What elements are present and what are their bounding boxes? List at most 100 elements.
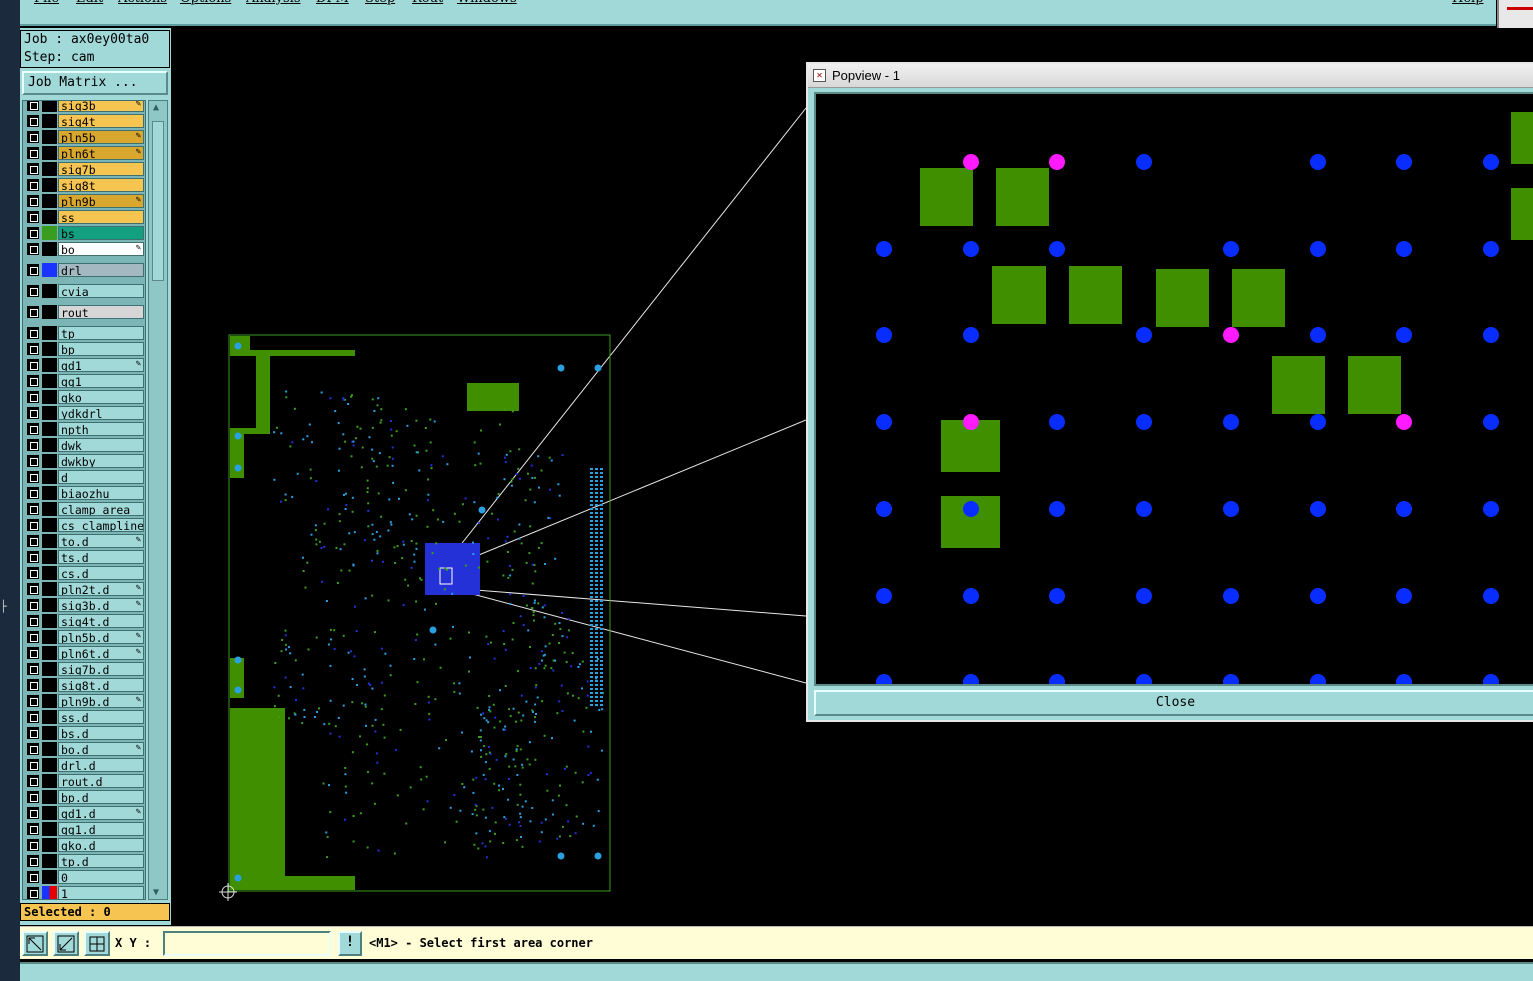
layer-checkbox[interactable]	[27, 195, 39, 207]
layer-row-gd1[interactable]: gd1 ✎	[25, 358, 144, 372]
layer-color-swatch[interactable]	[42, 534, 57, 548]
layer-checkbox[interactable]	[27, 101, 39, 111]
layer-row-sig7b.d[interactable]: sig7b.d	[25, 662, 144, 676]
layer-row-pln6t[interactable]: pln6t ✎	[25, 146, 144, 160]
layer-name[interactable]: sig8t.d	[58, 678, 144, 692]
layer-color-swatch[interactable]	[42, 646, 57, 660]
layer-row-gko.d[interactable]: gko.d	[25, 838, 144, 852]
popview-graphic[interactable]	[814, 92, 1533, 686]
layer-name[interactable]: sig4t	[58, 114, 144, 128]
layer-name[interactable]: sig8t	[58, 178, 144, 192]
layer-name[interactable]: pln6t	[58, 146, 144, 160]
layer-color-swatch[interactable]	[42, 390, 57, 404]
layer-color-swatch[interactable]	[42, 342, 57, 356]
xy-input[interactable]	[163, 931, 331, 956]
layer-name[interactable]: bp.d	[58, 790, 144, 804]
layer-color-swatch[interactable]	[42, 146, 57, 160]
scroll-thumb[interactable]	[152, 121, 164, 281]
scroll-up-icon[interactable]: ▲	[153, 102, 159, 113]
layer-row-rout[interactable]: rout	[25, 305, 144, 319]
layer-name[interactable]: sig7b	[58, 162, 144, 176]
layer-row-ts.d[interactable]: ts.d	[25, 550, 144, 564]
layer-name[interactable]: d	[58, 470, 144, 484]
layer-row-sig3b.d[interactable]: sig3b.d ✎	[25, 598, 144, 612]
layer-color-swatch[interactable]	[42, 566, 57, 580]
layer-color-swatch[interactable]	[42, 886, 57, 899]
layer-name[interactable]: sig3b	[58, 101, 144, 112]
menu-file[interactable]: File	[34, 0, 59, 6]
layer-name[interactable]: npth	[58, 422, 144, 436]
layer-name[interactable]: rout.d	[58, 774, 144, 788]
layer-checkbox[interactable]	[27, 599, 39, 611]
layer-checkbox[interactable]	[27, 439, 39, 451]
zoom-out-tool-button[interactable]	[53, 931, 79, 956]
layer-color-swatch[interactable]	[42, 326, 57, 340]
layer-checkbox[interactable]	[27, 391, 39, 403]
layer-row-sig8t.d[interactable]: sig8t.d	[25, 678, 144, 692]
layer-color-swatch[interactable]	[42, 486, 57, 500]
layer-checkbox[interactable]	[27, 759, 39, 771]
job-matrix-button[interactable]: Job Matrix ...	[22, 71, 168, 95]
layer-checkbox[interactable]	[27, 115, 39, 127]
layer-name[interactable]: cs.d	[58, 566, 144, 580]
layer-name[interactable]: drl	[58, 263, 144, 277]
popview-titlebar[interactable]: ✕ Popview - 1	[808, 64, 1533, 88]
layer-row-drl[interactable]: drl	[25, 263, 144, 277]
layer-name[interactable]: gg1	[58, 374, 144, 388]
layer-checkbox[interactable]	[27, 375, 39, 387]
layer-checkbox[interactable]	[27, 743, 39, 755]
layer-row-gko[interactable]: gko	[25, 390, 144, 404]
layer-color-swatch[interactable]	[42, 422, 57, 436]
layer-row-sig7b[interactable]: sig7b	[25, 162, 144, 176]
layer-name[interactable]: bp	[58, 342, 144, 356]
layer-name[interactable]: gd1	[58, 358, 144, 372]
layer-row-cvia[interactable]: cvia	[25, 284, 144, 298]
layer-name[interactable]: pln5b.d	[58, 630, 144, 644]
layer-checkbox[interactable]	[27, 535, 39, 547]
layer-row-ss.d[interactable]: ss.d	[25, 710, 144, 724]
layer-row-dwkby[interactable]: dwkby	[25, 454, 144, 468]
layer-checkbox[interactable]	[27, 583, 39, 595]
layer-row-d[interactable]: d	[25, 470, 144, 484]
layer-color-swatch[interactable]	[42, 614, 57, 628]
layer-name[interactable]: bs	[58, 226, 144, 240]
layer-row-sig4t.d[interactable]: sig4t.d	[25, 614, 144, 628]
layer-row-sig4t[interactable]: sig4t	[25, 114, 144, 128]
layer-row-ss[interactable]: ss	[25, 210, 144, 224]
message-button[interactable]: !	[338, 931, 362, 956]
layer-color-swatch[interactable]	[42, 406, 57, 420]
layer-list-scrollbar[interactable]: ▲ ▼	[148, 100, 168, 900]
layer-name[interactable]: pln2t.d	[58, 582, 144, 596]
layer-checkbox[interactable]	[27, 285, 39, 297]
layer-row-to.d[interactable]: to.d ✎	[25, 534, 144, 548]
layer-color-swatch[interactable]	[42, 758, 57, 772]
layer-color-swatch[interactable]	[42, 242, 57, 256]
layer-row-pln2t.d[interactable]: pln2t.d ✎	[25, 582, 144, 596]
layer-row-biaozhu[interactable]: biaozhu	[25, 486, 144, 500]
menu-windows[interactable]: Windows	[457, 0, 517, 6]
menu-dfm[interactable]: DFM	[316, 0, 349, 6]
layer-checkbox[interactable]	[27, 327, 39, 339]
layer-color-swatch[interactable]	[42, 726, 57, 740]
layer-color-swatch[interactable]	[42, 162, 57, 176]
layer-row-bo[interactable]: bo ✎	[25, 242, 144, 256]
layer-checkbox[interactable]	[27, 147, 39, 159]
layer-row-bp.d[interactable]: bp.d	[25, 790, 144, 804]
layer-color-swatch[interactable]	[42, 774, 57, 788]
layer-checkbox[interactable]	[27, 487, 39, 499]
layer-color-swatch[interactable]	[42, 502, 57, 516]
layer-name[interactable]: bs.d	[58, 726, 144, 740]
layer-checkbox[interactable]	[27, 855, 39, 867]
layer-row-clamp_area[interactable]: clamp_area	[25, 502, 144, 516]
layer-color-swatch[interactable]	[42, 374, 57, 388]
layer-name[interactable]: rout	[58, 305, 144, 319]
layer-color-swatch[interactable]	[42, 678, 57, 692]
layer-checkbox[interactable]	[27, 131, 39, 143]
layer-row-cs.d[interactable]: cs.d	[25, 566, 144, 580]
layer-checkbox[interactable]	[27, 519, 39, 531]
layer-name[interactable]: gko	[58, 390, 144, 404]
layer-checkbox[interactable]	[27, 887, 39, 899]
layer-color-swatch[interactable]	[42, 598, 57, 612]
layer-row-npth[interactable]: npth	[25, 422, 144, 436]
layer-checkbox[interactable]	[27, 823, 39, 835]
